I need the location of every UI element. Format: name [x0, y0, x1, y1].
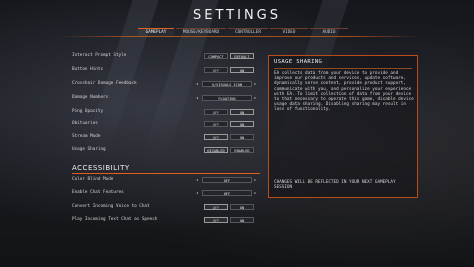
setting-label: Color Blind Mode: [72, 177, 114, 182]
chevron-left-icon[interactable]: ◂: [196, 80, 198, 88]
section-divider: [72, 173, 260, 174]
option-off-button[interactable]: OFF: [204, 109, 228, 115]
chevron-right-icon[interactable]: ▸: [254, 189, 256, 197]
setting-label: Stream Mode: [72, 134, 101, 139]
panel-divider: [274, 68, 412, 69]
chevron-right-icon[interactable]: ▸: [254, 176, 256, 184]
option-default-button[interactable]: DEFAULT: [230, 53, 254, 59]
setting-row-ping-opacity: Ping Opacity OFF ON: [72, 108, 260, 116]
setting-label: Convert Incoming Voice to Chat: [72, 204, 150, 209]
option-disabled-button[interactable]: DISABLED: [204, 147, 228, 153]
setting-label: Crosshair Damage Feedback: [72, 81, 137, 86]
tab-bar: GAMEPLAY MOUSE/KEYBOARD CONTROLLER VIDEO…: [138, 28, 350, 37]
setting-label: Play Incoming Text Chat as Speech: [72, 217, 158, 222]
setting-row-damage-numbers: Damage Numbers ◂ FLOATING ▸: [72, 94, 260, 102]
chevron-left-icon[interactable]: ◂: [196, 176, 198, 184]
tab-underline: [60, 36, 420, 37]
chevron-right-icon[interactable]: ▸: [254, 80, 256, 88]
setting-row-interact-prompt-style: Interact Prompt Style COMPACT DEFAULT: [72, 52, 260, 60]
setting-row-enable-chat-features: Enable Chat Features ◂ OFF ▸: [72, 189, 260, 197]
option-on-button[interactable]: ON: [230, 217, 254, 223]
setting-row-obituaries: Obituaries OFF ON: [72, 120, 260, 128]
usage-sharing-info-panel: USAGE SHARING EA collects data from your…: [268, 55, 418, 198]
setting-label: Ping Opacity: [72, 109, 104, 114]
option-off-button[interactable]: OFF: [204, 204, 228, 210]
setting-row-color-blind-mode: Color Blind Mode ◂ OFF ▸: [72, 176, 260, 184]
option-on-button[interactable]: ON: [230, 121, 254, 127]
chat-features-selector[interactable]: OFF: [202, 190, 252, 196]
setting-label: Obituaries: [72, 121, 98, 126]
panel-description: EA collects data from your device to pro…: [274, 71, 414, 113]
color-blind-mode-selector[interactable]: OFF: [202, 177, 252, 183]
option-off-button[interactable]: OFF: [204, 67, 228, 73]
setting-row-text-chat-as-speech: Play Incoming Text Chat as Speech OFF ON: [72, 216, 260, 224]
section-heading-accessibility: ACCESSIBILITY: [72, 164, 130, 172]
option-on-button[interactable]: ON: [230, 67, 254, 73]
setting-row-button-hints: Button Hints OFF ON: [72, 66, 260, 74]
setting-label: Button Hints: [72, 67, 104, 72]
option-on-button[interactable]: ON: [230, 109, 254, 115]
chevron-left-icon[interactable]: ◂: [196, 189, 198, 197]
setting-label: Interact Prompt Style: [72, 53, 127, 58]
panel-note: CHANGES WILL BE REFLECTED IN YOUR NEXT G…: [274, 180, 396, 191]
option-on-button[interactable]: ON: [230, 204, 254, 210]
chevron-left-icon[interactable]: ◂: [196, 94, 198, 102]
setting-row-stream-mode: Stream Mode OFF ON: [72, 133, 260, 141]
setting-label: Damage Numbers: [72, 95, 109, 100]
option-off-button[interactable]: OFF: [204, 134, 228, 140]
setting-row-convert-voice-to-chat: Convert Incoming Voice to Chat OFF ON: [72, 203, 260, 211]
setting-row-crosshair-damage-feedback: Crosshair Damage Feedback ◂ X/VISUALS IC…: [72, 80, 260, 88]
option-on-button[interactable]: ON: [230, 134, 254, 140]
chevron-right-icon[interactable]: ▸: [254, 94, 256, 102]
option-off-button[interactable]: OFF: [204, 217, 228, 223]
option-off-button[interactable]: OFF: [204, 121, 228, 127]
setting-row-usage-sharing: Usage Sharing DISABLED ENABLED: [72, 146, 260, 154]
crosshair-feedback-selector[interactable]: X/VISUALS ICON: [202, 81, 252, 87]
page-title: SETTINGS: [192, 8, 281, 23]
panel-title: USAGE SHARING: [274, 59, 323, 65]
setting-label: Usage Sharing: [72, 147, 106, 152]
damage-numbers-selector[interactable]: FLOATING: [202, 95, 252, 101]
setting-label: Enable Chat Features: [72, 190, 124, 195]
option-compact-button[interactable]: COMPACT: [204, 53, 228, 59]
option-enabled-button[interactable]: ENABLED: [230, 147, 254, 153]
